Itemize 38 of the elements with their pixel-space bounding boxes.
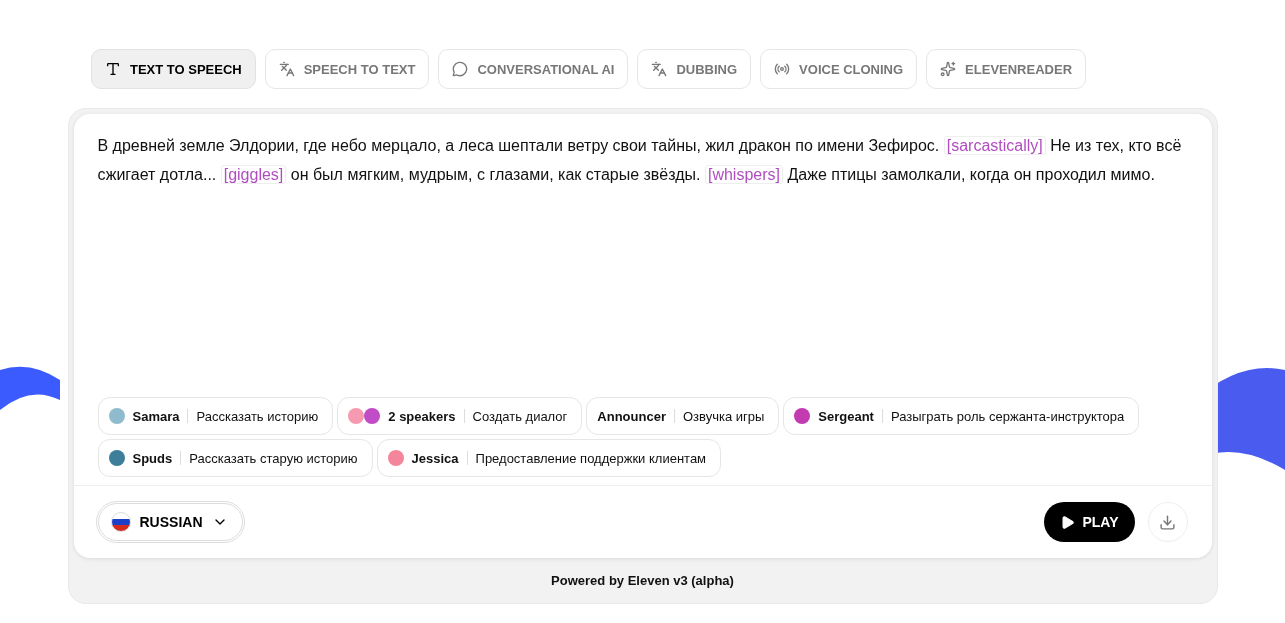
download-icon <box>1159 513 1176 531</box>
voice-chip[interactable]: Sergeant Разыграть роль сержанта-инструктора <box>783 397 1140 435</box>
voice-prompt: Рассказать старую историю <box>189 450 358 466</box>
voice-prompt: Озвучка игры <box>682 408 765 424</box>
tab-icon <box>774 61 791 77</box>
language-select[interactable]: RUSSIAN <box>95 501 245 543</box>
flag-icon <box>110 512 131 532</box>
tab[interactable]: SPEECH TO TEXT <box>264 49 430 89</box>
tab-icon <box>651 61 668 77</box>
voice-chip[interactable]: Spuds Рассказать старую историю <box>97 439 373 477</box>
voice-name: Spuds <box>132 450 173 466</box>
voice-name: Jessica <box>411 450 459 466</box>
voice-name: Samara <box>132 408 180 424</box>
voice-chip[interactable]: Announcer Озвучка игры <box>586 397 780 435</box>
voice-prompt: Предоставление поддержки клиентам <box>475 450 707 466</box>
footer-text: Powered by Eleven v3 (alpha) <box>550 572 735 590</box>
tab-icon <box>452 61 469 77</box>
tab[interactable]: VOICE CLONING <box>760 49 918 89</box>
tab-icon <box>104 61 121 77</box>
story-text: В древней земле Элдории, где небо мерцало, а леса шептали ветру свои тайны, жил дракон по имени Зефирос. [sarcastically] Не из тех, кто всё сжигает дотла... [giggles] он был мягким, мудрым, с глазами, как старые звёзды. [whispers] Даже птицы замолкали, когда он проходил мимо. <box>96 135 1183 186</box>
voice-chip[interactable]: Samara Рассказать историю <box>97 397 334 435</box>
play-button[interactable]: PLAY <box>1044 502 1135 542</box>
voice-prompt: Разыграть роль сержанта-инструктора <box>890 408 1125 424</box>
voice-prompt: Рассказать историю <box>196 408 319 424</box>
tab-icon <box>278 61 295 77</box>
voice-name: Announcer <box>597 408 666 424</box>
tab[interactable]: CONVERSATIONAL AI <box>438 49 629 89</box>
voice-name: 2 speakers <box>388 408 456 424</box>
tab[interactable]: DUBBING <box>637 49 752 89</box>
voice-prompt: Создать диалог <box>472 408 568 424</box>
tab[interactable]: ELEVENREADER <box>926 49 1087 89</box>
voice-name: Sergeant <box>818 408 874 424</box>
download-button[interactable] <box>1147 502 1188 542</box>
tab-icon <box>940 61 957 77</box>
voice-chip[interactable]: 2 speakers Создать диалог <box>337 397 583 435</box>
voice-chip[interactable]: Jessica Предоставление поддержки клиентам <box>376 439 722 477</box>
play-icon <box>1060 514 1076 530</box>
tab[interactable]: TEXT TO SPEECH <box>90 49 256 89</box>
